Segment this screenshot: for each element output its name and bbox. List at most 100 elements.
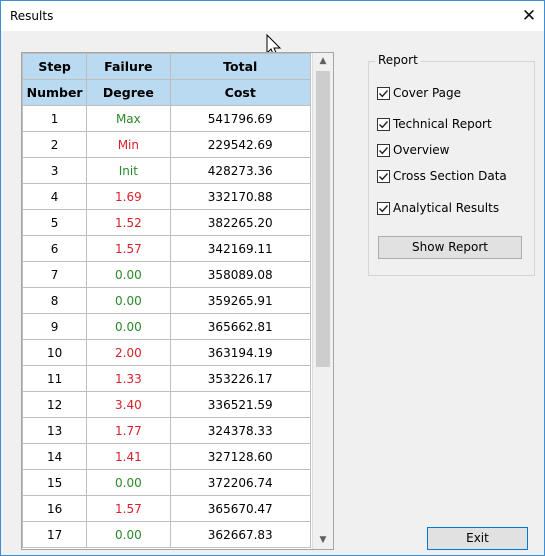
table-row[interactable]: 17 0.00 362667.83 xyxy=(22,521,311,548)
table-row[interactable]: 15 0.00 372206.74 xyxy=(22,469,311,496)
step-cell: 1 xyxy=(22,105,88,132)
step-cell: 5 xyxy=(22,209,88,236)
step-cell: 11 xyxy=(22,365,88,392)
failure-cell: 0.00 xyxy=(86,261,171,288)
failure-cell: Max xyxy=(86,105,171,132)
failure-cell: 1.52 xyxy=(86,209,171,236)
cost-cell: 365662.81 xyxy=(169,313,311,340)
cost-cell: 363194.19 xyxy=(169,339,311,366)
exit-button[interactable]: Exit xyxy=(427,527,528,550)
table-row[interactable]: 12 3.40 336521.59 xyxy=(22,391,311,418)
report-group-label: Report xyxy=(375,53,421,67)
checkbox-icon[interactable] xyxy=(377,143,390,157)
cost-cell: 342169.11 xyxy=(169,235,311,262)
step-cell: 3 xyxy=(22,157,88,184)
failure-cell: Init xyxy=(86,157,171,184)
step-cell: 7 xyxy=(22,261,88,288)
table-row[interactable]: 9 0.00 365662.81 xyxy=(22,313,311,340)
failure-cell: Min xyxy=(86,131,171,158)
report-option-checkbox[interactable]: Cover Page xyxy=(377,85,461,101)
header-total: Total xyxy=(169,53,311,80)
table-row[interactable]: 4 1.69 332170.88 xyxy=(22,183,311,210)
table-row[interactable]: 6 1.57 342169.11 xyxy=(22,235,311,262)
checkbox-icon[interactable] xyxy=(377,117,390,131)
table-row[interactable]: 2 Min 229542.69 xyxy=(22,131,311,158)
table-row[interactable]: 16 1.57 365670.47 xyxy=(22,495,311,522)
checkbox-icon[interactable] xyxy=(377,86,390,100)
table-row[interactable]: 1 Max 541796.69 xyxy=(22,105,311,132)
report-option-checkbox[interactable]: Technical Report xyxy=(377,116,492,132)
scroll-down-arrow-icon[interactable]: ▼ xyxy=(313,532,333,549)
failure-cell: 1.33 xyxy=(86,365,171,392)
cost-cell: 358089.08 xyxy=(169,261,311,288)
results-window: Results ✕ Step Failure Total Number Degr… xyxy=(0,0,545,556)
failure-cell: 1.69 xyxy=(86,183,171,210)
table-row[interactable]: 10 2.00 363194.19 xyxy=(22,339,311,366)
cost-cell: 382265.20 xyxy=(169,209,311,236)
header-degree: Degree xyxy=(86,79,171,106)
checkbox-icon[interactable] xyxy=(377,169,390,183)
cost-cell: 365670.47 xyxy=(169,495,311,522)
step-cell: 4 xyxy=(22,183,88,210)
scroll-up-arrow-icon[interactable]: ▲ xyxy=(313,53,333,70)
cost-cell: 362667.83 xyxy=(169,521,311,548)
table-row[interactable]: 7 0.00 358089.08 xyxy=(22,261,311,288)
results-grid[interactable]: Step Failure Total Number Degree Cost 1M… xyxy=(21,52,334,550)
table-row[interactable]: 14 1.41 327128.60 xyxy=(22,443,311,470)
cost-cell: 372206.74 xyxy=(169,469,311,496)
cost-cell: 359265.91 xyxy=(169,287,311,314)
header-number: Number xyxy=(22,79,88,106)
cost-cell: 428273.36 xyxy=(169,157,311,184)
step-cell: 10 xyxy=(22,339,88,366)
show-report-button[interactable]: Show Report xyxy=(378,236,522,259)
cost-cell: 332170.88 xyxy=(169,183,311,210)
header-row: Step Failure Total xyxy=(22,53,311,80)
failure-cell: 1.57 xyxy=(86,235,171,262)
vertical-scrollbar[interactable]: ▲ ▼ xyxy=(312,53,333,549)
scroll-thumb[interactable] xyxy=(316,71,330,367)
title-bar: Results ✕ xyxy=(1,1,544,31)
step-cell: 9 xyxy=(22,313,88,340)
cost-cell: 324378.33 xyxy=(169,417,311,444)
checkbox-icon[interactable] xyxy=(377,201,390,215)
report-option-checkbox[interactable]: Overview xyxy=(377,142,450,158)
table-row[interactable]: 5 1.52 382265.20 xyxy=(22,209,311,236)
checkbox-label: Cover Page xyxy=(393,86,462,100)
failure-cell: 2.00 xyxy=(86,339,171,366)
failure-cell: 0.00 xyxy=(86,313,171,340)
failure-cell: 0.00 xyxy=(86,469,171,496)
window-title: Results xyxy=(10,9,54,23)
checkbox-label: Technical Report xyxy=(393,117,492,131)
step-cell: 15 xyxy=(22,469,88,496)
cost-cell: 327128.60 xyxy=(169,443,311,470)
step-cell: 16 xyxy=(22,495,88,522)
report-option-checkbox[interactable]: Cross Section Data xyxy=(377,168,507,184)
header-cost: Cost xyxy=(169,79,311,106)
cost-cell: 541796.69 xyxy=(169,105,311,132)
step-cell: 12 xyxy=(22,391,88,418)
failure-cell: 0.00 xyxy=(86,521,171,548)
table-row[interactable]: 13 1.77 324378.33 xyxy=(22,417,311,444)
header-step: Step xyxy=(22,53,88,80)
failure-cell: 1.77 xyxy=(86,417,171,444)
table-row[interactable]: 11 1.33 353226.17 xyxy=(22,365,311,392)
step-cell: 14 xyxy=(22,443,88,470)
cost-cell: 336521.59 xyxy=(169,391,311,418)
step-cell: 2 xyxy=(22,131,88,158)
checkbox-label: Cross Section Data xyxy=(393,169,507,183)
report-option-checkbox[interactable]: Analytical Results xyxy=(377,200,499,216)
step-cell: 17 xyxy=(22,521,88,548)
step-cell: 13 xyxy=(22,417,88,444)
failure-cell: 1.41 xyxy=(86,443,171,470)
step-cell: 6 xyxy=(22,235,88,262)
failure-cell: 1.57 xyxy=(86,495,171,522)
checkbox-label: Overview xyxy=(393,143,450,157)
step-cell: 8 xyxy=(22,287,88,314)
failure-cell: 3.40 xyxy=(86,391,171,418)
table-row[interactable]: 8 0.00 359265.91 xyxy=(22,287,311,314)
header-row: Number Degree Cost xyxy=(22,79,311,106)
close-icon[interactable]: ✕ xyxy=(516,3,542,29)
table-row[interactable]: 3 Init 428273.36 xyxy=(22,157,311,184)
checkbox-label: Analytical Results xyxy=(393,201,500,215)
cost-cell: 229542.69 xyxy=(169,131,311,158)
